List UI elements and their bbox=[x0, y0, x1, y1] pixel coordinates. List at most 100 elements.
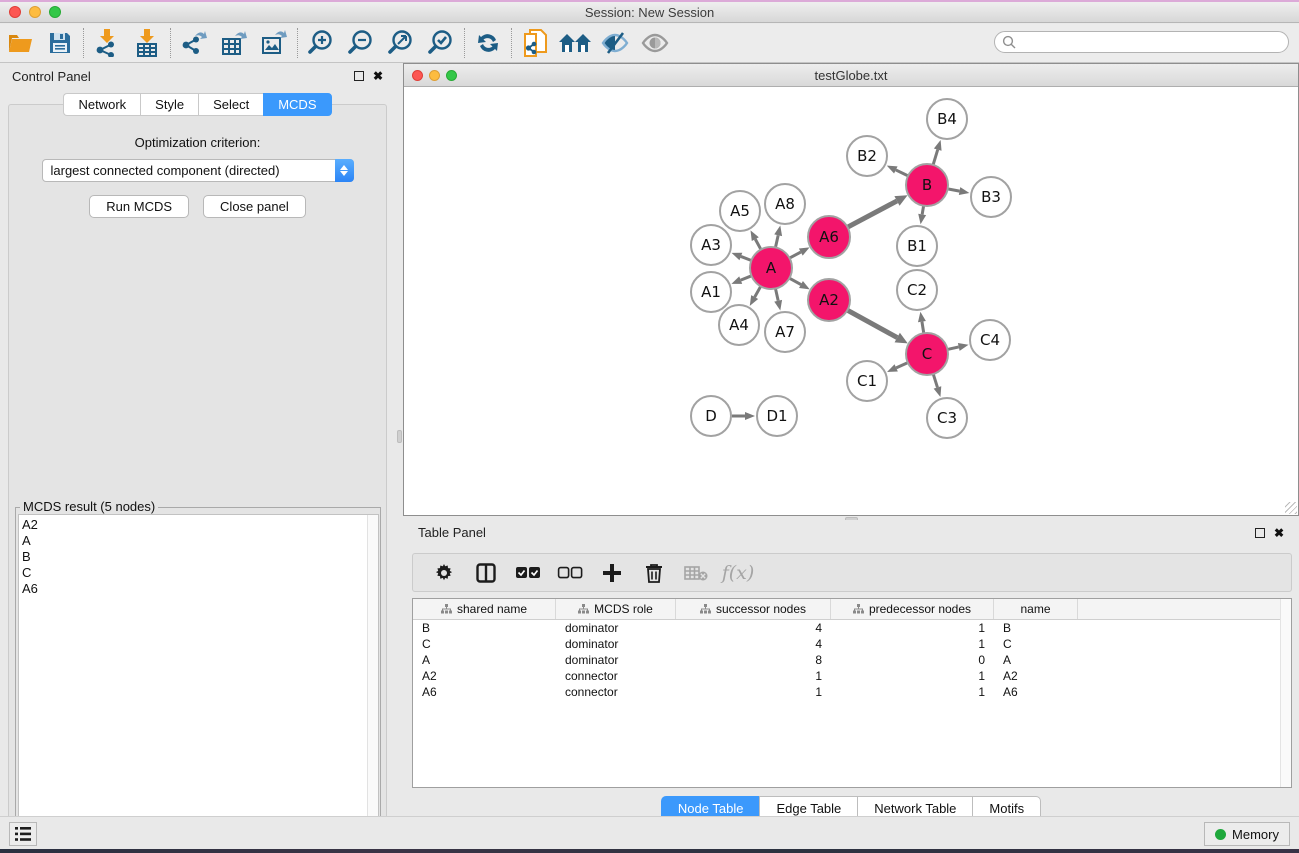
table-cell[interactable]: 4 bbox=[676, 621, 831, 635]
export-image-icon[interactable] bbox=[254, 26, 294, 60]
table-cell[interactable]: A2 bbox=[413, 669, 556, 683]
edge-C-C1[interactable] bbox=[896, 363, 908, 368]
run-mcds-button[interactable]: Run MCDS bbox=[89, 195, 189, 218]
tab-select[interactable]: Select bbox=[198, 93, 263, 116]
node-A5[interactable]: A5 bbox=[720, 191, 760, 231]
node-A7[interactable]: A7 bbox=[765, 312, 805, 352]
table-cell[interactable]: C bbox=[413, 637, 556, 651]
open-folder-icon[interactable] bbox=[0, 26, 40, 60]
column-header-successor-nodes[interactable]: successor nodes bbox=[676, 599, 831, 619]
table-cell[interactable]: C bbox=[994, 637, 1078, 651]
refresh-icon[interactable] bbox=[468, 26, 508, 60]
node-C[interactable]: C bbox=[906, 333, 948, 375]
table-row[interactable]: A6connector11A6 bbox=[413, 684, 1291, 700]
node-D1[interactable]: D1 bbox=[757, 396, 797, 436]
edge-A2-C[interactable] bbox=[847, 310, 897, 337]
table-cell[interactable]: 1 bbox=[676, 685, 831, 699]
edge-C-C2[interactable] bbox=[922, 322, 924, 334]
node-C4[interactable]: C4 bbox=[970, 320, 1010, 360]
table-cell[interactable]: 8 bbox=[676, 653, 831, 667]
edge-A-A3[interactable] bbox=[741, 256, 752, 260]
network-canvas[interactable]: B4B2BB3A5A8A6A3AB1A1A2C2A4A7C4CC1DD1C3 bbox=[404, 87, 1298, 515]
mcds-result-item[interactable]: A6 bbox=[22, 581, 378, 597]
table-row[interactable]: Adominator80A bbox=[413, 652, 1291, 668]
network-graph[interactable]: B4B2BB3A5A8A6A3AB1A1A2C2A4A7C4CC1DD1C3 bbox=[404, 87, 1298, 515]
table-cell[interactable]: 1 bbox=[831, 637, 994, 651]
float-panel-icon[interactable] bbox=[354, 71, 364, 81]
edge-B-B2[interactable] bbox=[896, 170, 908, 176]
table-cell[interactable]: A bbox=[994, 653, 1078, 667]
first-neighbors-homes-icon[interactable] bbox=[555, 26, 595, 60]
edge-A-A7[interactable] bbox=[775, 289, 778, 301]
node-D[interactable]: D bbox=[691, 396, 731, 436]
node-A4[interactable]: A4 bbox=[719, 305, 759, 345]
table-cell[interactable]: 1 bbox=[831, 621, 994, 635]
hide-graphics-details-icon[interactable] bbox=[595, 26, 635, 60]
table-cell[interactable]: 1 bbox=[831, 685, 994, 699]
edge-B-B4[interactable] bbox=[933, 150, 938, 165]
mcds-result-item[interactable]: B bbox=[22, 549, 378, 565]
edge-B-B3[interactable] bbox=[948, 189, 960, 191]
gear-icon[interactable] bbox=[425, 557, 463, 589]
select-all-checks-icon[interactable] bbox=[509, 557, 547, 589]
column-selector-icon[interactable] bbox=[467, 557, 505, 589]
column-header-shared-name[interactable]: shared name bbox=[413, 599, 556, 619]
mcds-result-item[interactable]: C bbox=[22, 565, 378, 581]
resize-grip[interactable] bbox=[1285, 502, 1297, 514]
scrollbar[interactable] bbox=[367, 515, 378, 849]
tab-network[interactable]: Network bbox=[63, 93, 140, 116]
edge-A-A2[interactable] bbox=[789, 278, 801, 284]
table-row[interactable]: Bdominator41B bbox=[413, 620, 1291, 636]
edge-A-A1[interactable] bbox=[741, 276, 752, 280]
zoom-selected-icon[interactable] bbox=[421, 26, 461, 60]
node-A8[interactable]: A8 bbox=[765, 184, 805, 224]
table-cell[interactable]: connector bbox=[556, 685, 676, 699]
zoom-fit-icon[interactable] bbox=[381, 26, 421, 60]
network-window-titlebar[interactable]: testGlobe.txt bbox=[404, 64, 1298, 87]
task-history-button[interactable] bbox=[9, 822, 37, 846]
mcds-result-item[interactable]: A bbox=[22, 533, 378, 549]
column-header-MCDS-role[interactable]: MCDS role bbox=[556, 599, 676, 619]
criterion-dropdown[interactable]: largest connected component (directed) bbox=[42, 159, 354, 182]
node-C1[interactable]: C1 bbox=[847, 361, 887, 401]
column-header-predecessor-nodes[interactable]: predecessor nodes bbox=[831, 599, 994, 619]
delete-column-trash-icon[interactable] bbox=[635, 557, 673, 589]
table-cell[interactable]: connector bbox=[556, 669, 676, 683]
table-cell[interactable]: B bbox=[994, 621, 1078, 635]
node-B4[interactable]: B4 bbox=[927, 99, 967, 139]
table-scrollbar[interactable] bbox=[1280, 599, 1291, 787]
show-graphics-details-icon[interactable] bbox=[635, 26, 675, 60]
edge-A-A6[interactable] bbox=[790, 252, 801, 258]
edge-C-C3[interactable] bbox=[933, 374, 937, 387]
edge-C-C4[interactable] bbox=[947, 347, 958, 350]
table-cell[interactable]: A6 bbox=[994, 685, 1078, 699]
node-B3[interactable]: B3 bbox=[971, 177, 1011, 217]
table-cell[interactable]: 1 bbox=[831, 669, 994, 683]
node-A[interactable]: A bbox=[750, 247, 792, 289]
table-cell[interactable]: A2 bbox=[994, 669, 1078, 683]
close-panel-button[interactable]: Close panel bbox=[203, 195, 306, 218]
network-doc-share-icon[interactable] bbox=[515, 26, 555, 60]
edge-A6-B[interactable] bbox=[848, 201, 897, 227]
table-cell[interactable]: A6 bbox=[413, 685, 556, 699]
memory-button[interactable]: Memory bbox=[1204, 822, 1290, 846]
add-column-icon[interactable] bbox=[593, 557, 631, 589]
close-table-panel-icon[interactable]: ✖ bbox=[1274, 528, 1284, 538]
table-cell[interactable]: 0 bbox=[831, 653, 994, 667]
table-cell[interactable]: B bbox=[413, 621, 556, 635]
table-row[interactable]: Cdominator41C bbox=[413, 636, 1291, 652]
table-cell[interactable]: dominator bbox=[556, 621, 676, 635]
table-cell[interactable]: 1 bbox=[676, 669, 831, 683]
float-table-panel-icon[interactable] bbox=[1255, 528, 1265, 538]
node-A2[interactable]: A2 bbox=[808, 279, 850, 321]
table-cell[interactable]: dominator bbox=[556, 653, 676, 667]
deselect-all-checks-icon[interactable] bbox=[551, 557, 589, 589]
zoom-out-icon[interactable] bbox=[341, 26, 381, 60]
splitter-handle-vertical[interactable] bbox=[397, 430, 402, 443]
node-table[interactable]: shared nameMCDS rolesuccessor nodesprede… bbox=[412, 598, 1292, 788]
node-C3[interactable]: C3 bbox=[927, 398, 967, 438]
table-row[interactable]: A2connector11A2 bbox=[413, 668, 1291, 684]
edge-A-A4[interactable] bbox=[755, 286, 761, 297]
tab-style[interactable]: Style bbox=[140, 93, 198, 116]
edge-A-A8[interactable] bbox=[775, 235, 778, 247]
